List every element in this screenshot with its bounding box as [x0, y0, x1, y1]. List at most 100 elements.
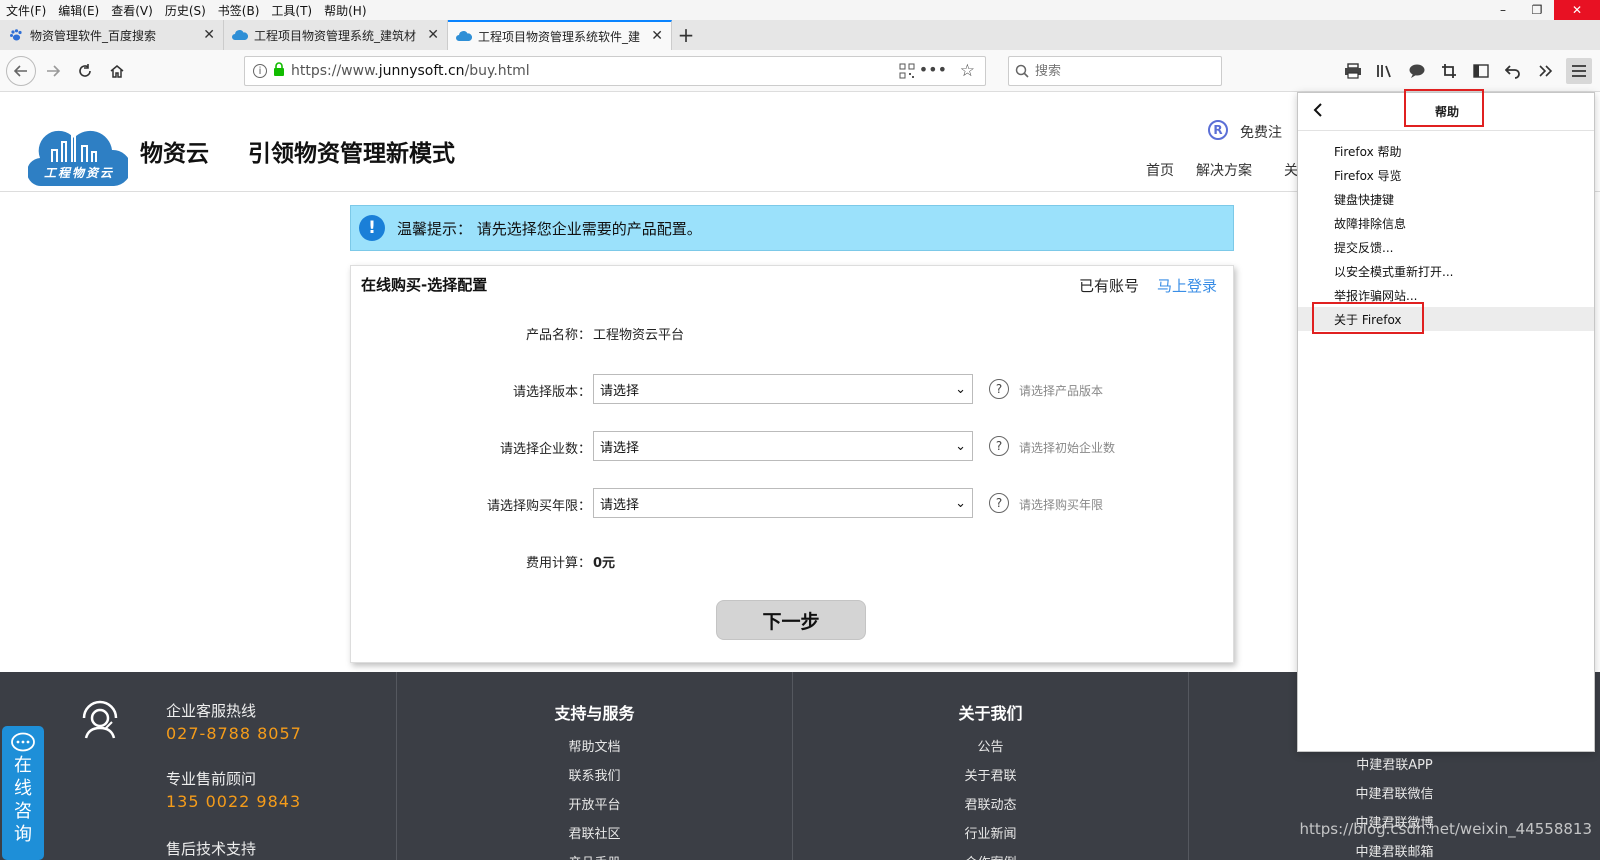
presale-number: 135 0022 9843 — [166, 792, 302, 811]
about-link[interactable]: 关于君联 — [793, 765, 1188, 784]
help-menu-item-tour[interactable]: Firefox 导览 — [1298, 163, 1594, 187]
tab-junnysoft-material[interactable]: 工程项目物资管理系统_建筑材 ✕ — [224, 20, 448, 50]
footer-about-column: 关于我们 公告 关于君联 君联动态 行业新闻 合作案例 — [792, 672, 1188, 860]
printer-icon — [1345, 63, 1361, 79]
back-button[interactable] — [6, 56, 36, 86]
window-controls: – ❐ ✕ — [1486, 0, 1600, 20]
version-label: 请选择版本： — [512, 385, 591, 400]
reload-button[interactable] — [72, 58, 98, 84]
card-title: 在线购买-选择配置 — [361, 276, 488, 294]
tab-label: 工程项目物资管理系统_建筑材 — [254, 28, 417, 43]
footer-support-column: 支持与服务 帮助文档 联系我们 开放平台 君联社区 产品手册 — [396, 672, 792, 860]
arrow-right-icon — [47, 65, 61, 77]
close-tab-icon[interactable]: ✕ — [427, 27, 439, 43]
help-question-icon[interactable]: ? — [989, 436, 1009, 456]
menu-view[interactable]: 查看(V) — [105, 2, 159, 19]
minimize-button[interactable]: – — [1486, 0, 1520, 20]
open-menu-button[interactable] — [1566, 58, 1592, 84]
help-menu-item-safe-mode[interactable]: 以安全模式重新打开... — [1298, 259, 1594, 283]
undo-button[interactable] — [1500, 58, 1526, 84]
qr-code-icon[interactable] — [899, 63, 915, 83]
speech-bubble-icon — [1409, 64, 1425, 78]
tab-label: 物资管理软件_百度搜索 — [30, 28, 157, 43]
help-menu-item-feedback[interactable]: 提交反馈... — [1298, 235, 1594, 259]
close-window-button[interactable]: ✕ — [1554, 0, 1600, 20]
annotation-box-title — [1404, 89, 1484, 127]
close-tab-icon[interactable]: ✕ — [203, 27, 215, 43]
info-icon[interactable]: i — [253, 64, 267, 78]
menu-history[interactable]: 历史(S) — [159, 2, 212, 19]
tab-junnysoft-buy[interactable]: 工程项目物资管理系统软件_建 ✕ — [448, 20, 672, 50]
nav-home[interactable]: 首页 — [1146, 160, 1174, 180]
new-tab-button[interactable]: + — [672, 20, 700, 50]
follow-link[interactable]: 中建君联微信 — [1189, 783, 1600, 802]
support-title: 支持与服务 — [554, 704, 635, 723]
aftersale-label: 售后技术支持 — [166, 840, 257, 858]
notice-banner: ! 温馨提示： 请先选择您企业需要的产品配置。 — [350, 205, 1234, 251]
chevron-down-icon: ⌄ — [955, 438, 966, 454]
support-link[interactable]: 联系我们 — [397, 765, 792, 784]
bookmark-star-icon[interactable]: ☆ — [960, 61, 975, 81]
support-link[interactable]: 帮助文档 — [397, 736, 792, 755]
search-bar[interactable] — [1008, 56, 1222, 86]
menu-file[interactable]: 文件(F) — [0, 2, 52, 19]
close-tab-icon[interactable]: ✕ — [651, 28, 663, 44]
annotation-box-about — [1312, 302, 1424, 334]
double-chevron-right-icon — [1539, 65, 1553, 77]
home-button[interactable] — [104, 58, 130, 84]
register-icon: R — [1208, 120, 1228, 140]
nav-solutions[interactable]: 解决方案 — [1196, 160, 1252, 180]
overflow-button[interactable] — [1532, 58, 1558, 84]
site-logo[interactable]: 工程物资云 — [26, 122, 132, 188]
years-select[interactable]: 请选择 ⌄ — [593, 488, 973, 518]
support-link[interactable]: 开放平台 — [397, 794, 792, 813]
menu-tools[interactable]: 工具(T) — [265, 2, 318, 19]
login-link[interactable]: 马上登录 — [1157, 275, 1217, 296]
about-link[interactable]: 合作案例 — [793, 852, 1188, 860]
hamburger-menu-icon — [1572, 65, 1586, 77]
about-link[interactable]: 行业新闻 — [793, 823, 1188, 842]
screenshot-button[interactable] — [1436, 58, 1462, 84]
about-link[interactable]: 君联动态 — [793, 794, 1188, 813]
follow-link[interactable]: 中建君联邮箱 — [1189, 841, 1600, 860]
tab-baidu-search[interactable]: 物资管理软件_百度搜索 ✕ — [0, 20, 224, 50]
help-menu-item-firefox-help[interactable]: Firefox 帮助 — [1298, 139, 1594, 163]
menu-edit[interactable]: 编辑(E) — [52, 2, 105, 19]
cost-value: 0元 — [593, 556, 616, 571]
help-menu-item-troubleshooting[interactable]: 故障排除信息 — [1298, 211, 1594, 235]
menu-bookmarks[interactable]: 书签(B) — [212, 2, 266, 19]
restore-button[interactable]: ❐ — [1520, 0, 1554, 20]
cloud-icon — [232, 28, 248, 42]
cloud-icon — [456, 29, 472, 43]
support-link[interactable]: 产品手册 — [397, 852, 792, 860]
url-bar[interactable]: i https://www.junnysoft.cn/buy.html ••• … — [244, 56, 986, 86]
about-link[interactable]: 公告 — [793, 736, 1188, 755]
hotline-number: 027-8788 8057 — [166, 724, 302, 743]
version-hint: 请选择产品版本 — [1019, 384, 1104, 398]
register-link[interactable]: 免费注 — [1240, 122, 1282, 142]
sidebar-button[interactable] — [1468, 58, 1494, 84]
print-button[interactable] — [1340, 58, 1366, 84]
help-question-icon[interactable]: ? — [989, 493, 1009, 513]
library-icon — [1377, 65, 1391, 78]
company-count-select[interactable]: 请选择 ⌄ — [593, 431, 973, 461]
help-menu-item-shortcuts[interactable]: 键盘快捷键 — [1298, 187, 1594, 211]
follow-link[interactable]: 中建君联APP — [1189, 754, 1600, 773]
search-icon — [1015, 64, 1029, 78]
nav-about[interactable]: 关 — [1284, 160, 1298, 180]
page-actions-icon[interactable]: ••• — [919, 60, 947, 79]
home-icon — [110, 65, 124, 78]
next-step-button[interactable]: 下一步 — [716, 600, 866, 640]
help-question-icon[interactable]: ? — [989, 379, 1009, 399]
version-select[interactable]: 请选择 ⌄ — [593, 374, 973, 404]
library-button[interactable] — [1372, 58, 1398, 84]
chat-button[interactable] — [1404, 58, 1430, 84]
product-value: 工程物资云平台 — [593, 328, 685, 343]
online-consult-button[interactable]: 在 线 咨 询 — [2, 726, 44, 860]
support-link[interactable]: 君联社区 — [397, 823, 792, 842]
chat-bubble-icon — [11, 732, 35, 752]
exclamation-icon: ! — [359, 215, 385, 241]
forward-button[interactable] — [40, 58, 66, 84]
search-input[interactable] — [1035, 63, 1205, 79]
menu-help[interactable]: 帮助(H) — [318, 2, 372, 19]
